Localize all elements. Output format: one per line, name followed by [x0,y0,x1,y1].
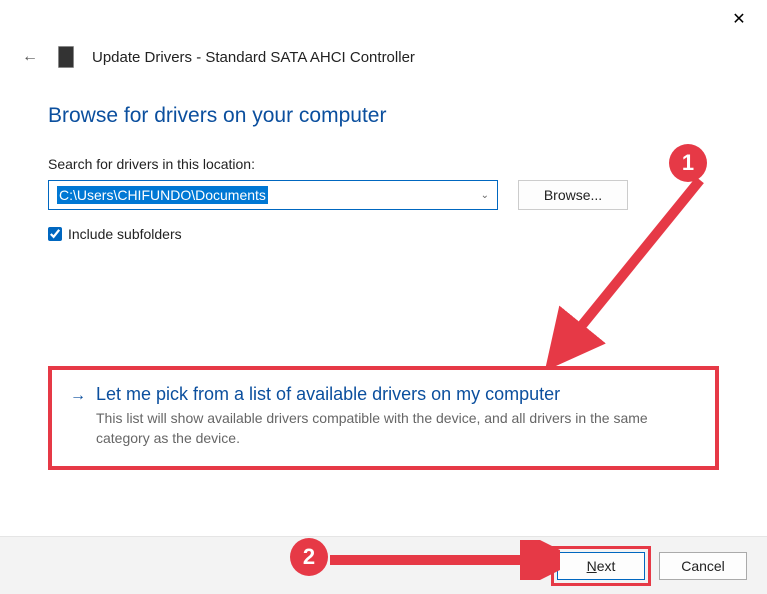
back-arrow-icon[interactable]: ← [20,48,40,66]
window-title: Update Drivers - Standard SATA AHCI Cont… [92,49,415,66]
annotation-badge-1: 1 [669,144,707,182]
next-button[interactable]: Next [557,552,645,580]
path-combobox[interactable]: C:\Users\CHIFUNDO\Documents ⌄ [48,180,498,210]
annotation-highlight-next: Next [551,546,651,586]
include-subfolders-checkbox[interactable] [48,227,62,241]
button-bar: Next Cancel [0,536,767,594]
content-area: Browse for drivers on your computer Sear… [0,80,767,242]
titlebar: ✕ [0,0,767,40]
close-icon[interactable]: ✕ [729,10,749,30]
annotation-badge-2: 2 [290,538,328,576]
include-subfolders-label: Include subfolders [68,226,182,242]
arrow-right-icon: → [70,387,86,448]
page-heading: Browse for drivers on your computer [48,104,719,128]
path-row: C:\Users\CHIFUNDO\Documents ⌄ Browse... [48,180,719,210]
device-icon [58,46,74,68]
wizard-header: ← Update Drivers - Standard SATA AHCI Co… [0,40,767,80]
path-value: C:\Users\CHIFUNDO\Documents [57,186,268,204]
search-label: Search for drivers in this location: [48,156,719,172]
option-description: This list will show available drivers co… [96,409,697,448]
chevron-down-icon: ⌄ [481,190,489,201]
pick-from-list-option[interactable]: → Let me pick from a list of available d… [48,366,719,470]
include-subfolders-row: Include subfolders [48,226,719,242]
option-title: Let me pick from a list of available dri… [96,384,697,405]
cancel-button[interactable]: Cancel [659,552,747,580]
browse-button[interactable]: Browse... [518,180,628,210]
